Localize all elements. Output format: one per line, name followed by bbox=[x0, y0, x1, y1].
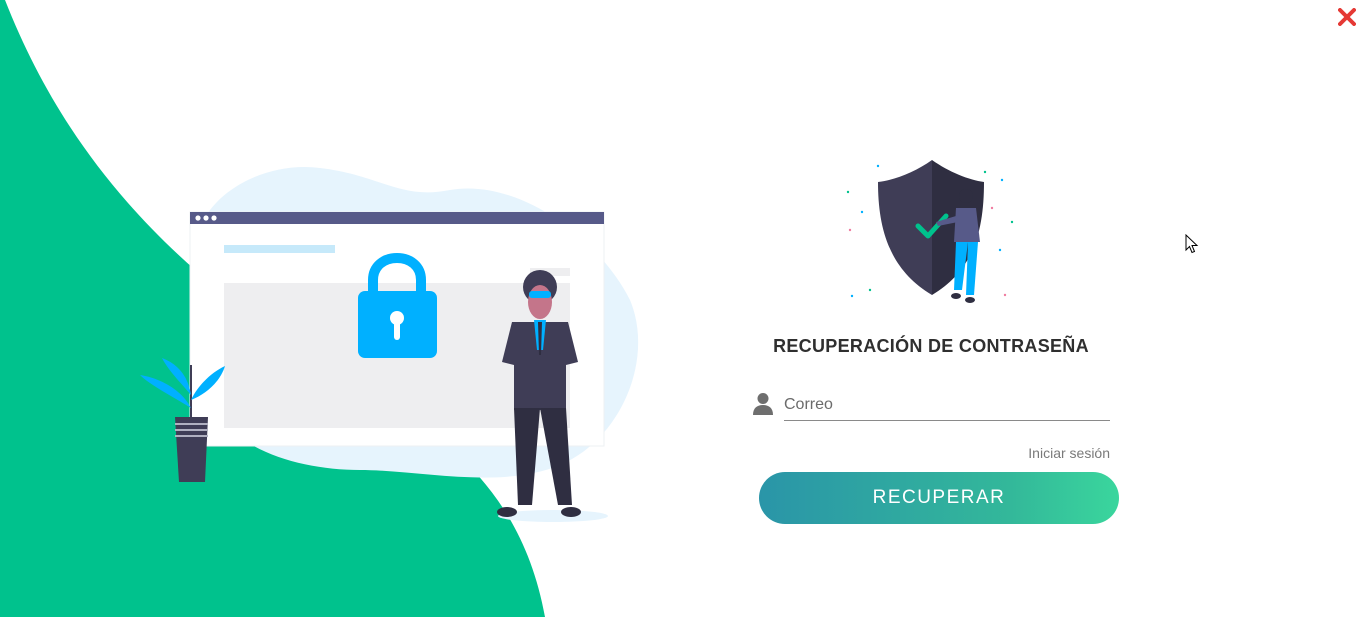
recover-button[interactable]: RECUPERAR bbox=[759, 472, 1119, 524]
close-button[interactable] bbox=[1336, 6, 1358, 28]
email-field[interactable] bbox=[784, 390, 1110, 421]
recovery-window: RECUPERACIÓN DE CONTRASEÑA Iniciar sesió… bbox=[0, 0, 1366, 617]
shield-check-illustration bbox=[846, 160, 1014, 303]
close-icon bbox=[1338, 8, 1356, 26]
login-link[interactable]: Iniciar sesión bbox=[1028, 445, 1110, 461]
mouse-cursor-icon bbox=[1185, 234, 1199, 254]
security-lock-illustration bbox=[0, 0, 639, 617]
user-icon bbox=[753, 393, 773, 415]
recovery-form: RECUPERACIÓN DE CONTRASEÑA Iniciar sesió… bbox=[750, 150, 1120, 540]
page-title: RECUPERACIÓN DE CONTRASEÑA bbox=[773, 336, 1089, 356]
